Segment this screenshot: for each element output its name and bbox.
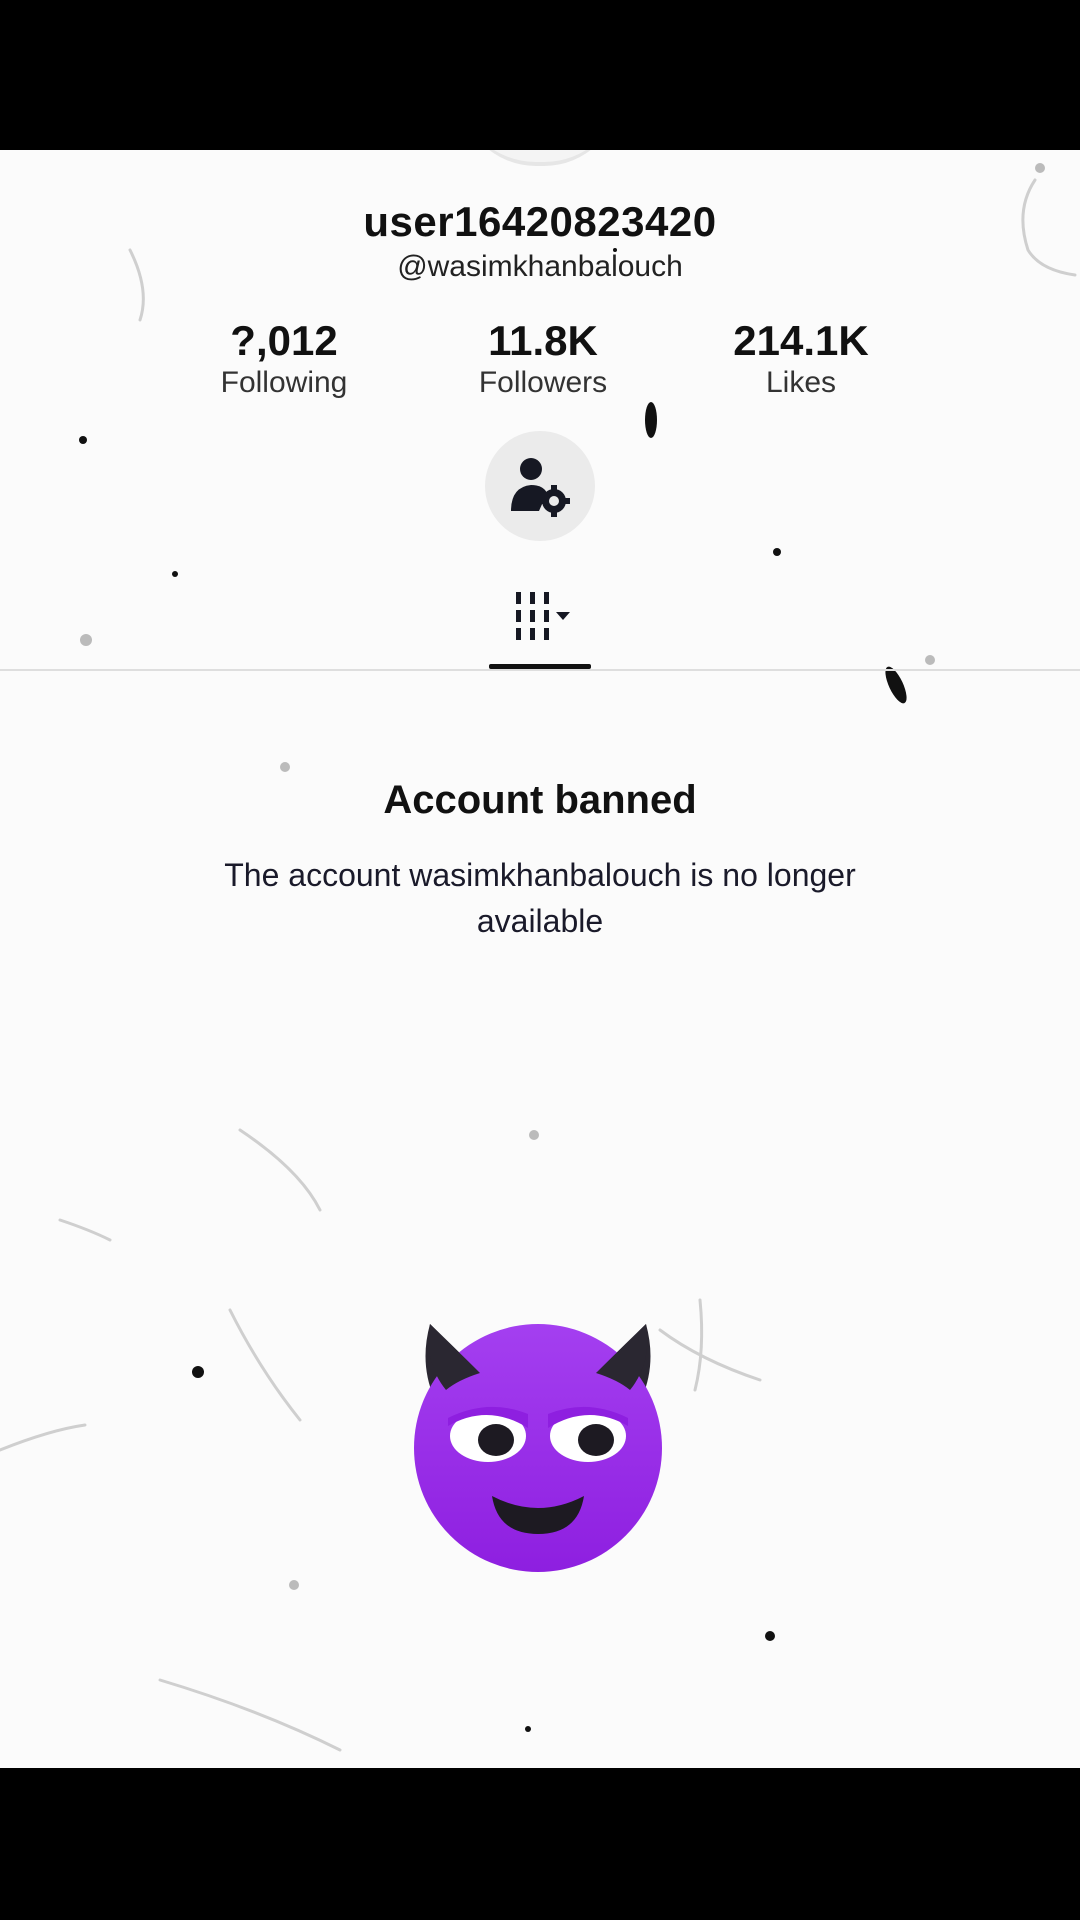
profile-username: user16420823420	[363, 198, 717, 245]
grid-videos-icon[interactable]	[508, 590, 578, 642]
stat-likes-value: 214.1K	[733, 317, 869, 364]
stat-likes[interactable]: 214.1K Likes	[681, 318, 921, 400]
stat-following[interactable]: ?,012 Following	[164, 318, 404, 400]
add-friends-icon	[511, 458, 570, 517]
tab-divider	[0, 669, 1080, 671]
letterbox-top	[0, 0, 1080, 150]
profile-screen: user16420823420 @wasimkhanbalouch ?,012 …	[0, 150, 1080, 1768]
stat-followers-label: Followers	[478, 366, 608, 399]
profile-handle: @wasimkhanbalouch	[397, 250, 683, 283]
ban-title: Account banned	[383, 778, 697, 822]
stat-following-value: ?,012	[230, 317, 338, 364]
stat-following-label: Following	[220, 366, 348, 399]
add-friends-button[interactable]	[485, 431, 595, 541]
stat-followers-value: 11.8K	[488, 317, 598, 364]
smiling-devil-emoji-icon	[414, 1324, 662, 1572]
stat-followers[interactable]: 11.8K Followers	[423, 318, 663, 400]
stat-likes-label: Likes	[765, 366, 837, 399]
letterbox-bottom	[0, 1768, 1080, 1920]
ban-message: The account wasimkhanbalouch is no longe…	[224, 857, 856, 939]
